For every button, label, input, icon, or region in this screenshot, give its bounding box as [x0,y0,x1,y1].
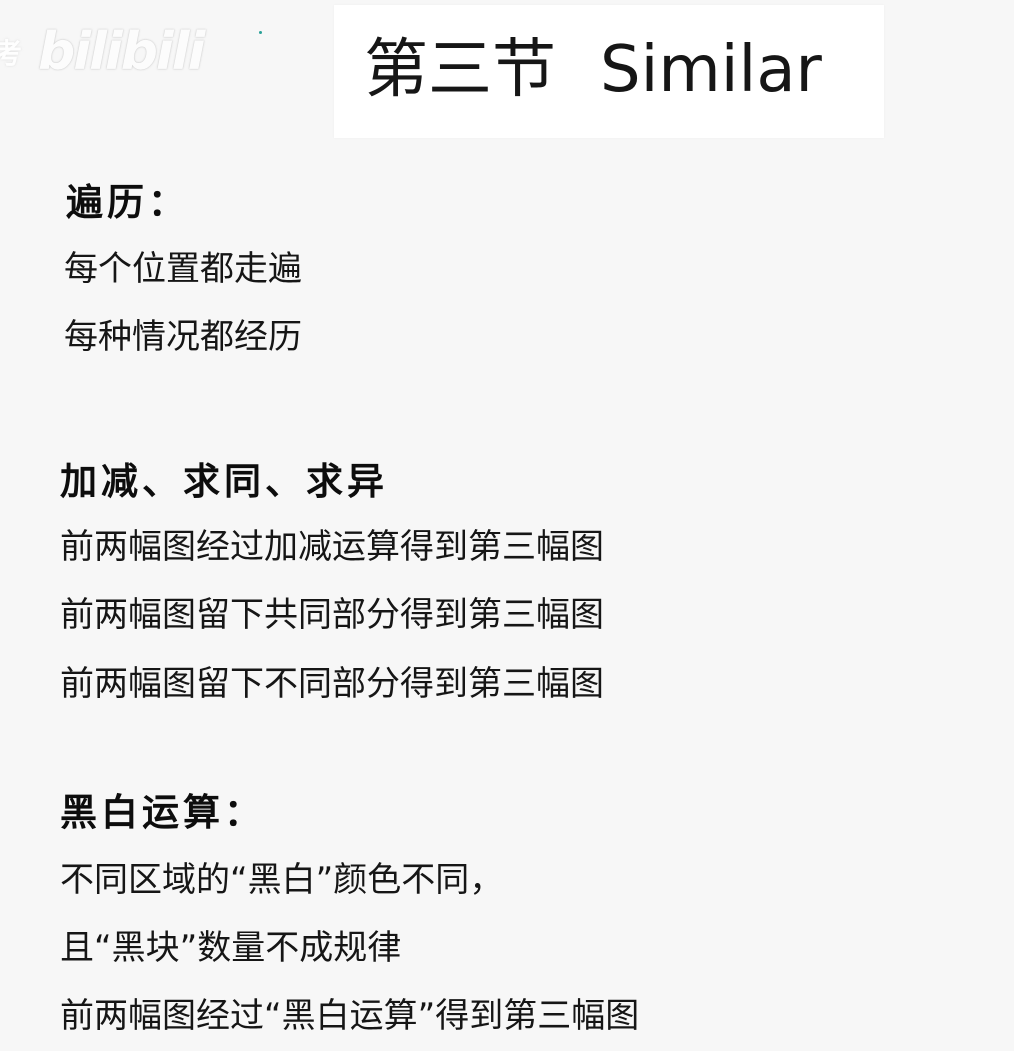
text-line: 前两幅图留下共同部分得到第三幅图 [60,595,604,635]
title-chapter: 第三节 [364,33,556,107]
section-heading-black-white: 黑白运算： [60,790,265,834]
watermark-prefix: 考 [0,37,23,70]
bilibili-logo: bilibili [38,22,205,82]
title-box: 第三节 Similar [334,5,884,138]
page-title: 第三节 Similar [364,25,822,115]
text-line: 前两幅图留下不同部分得到第三幅图 [60,664,604,704]
bilibili-watermark: 考 bilibili [0,22,205,82]
text-line: 且“黑块”数量不成规律 [60,928,402,968]
text-line: 每个位置都走遍 [64,249,302,289]
section-heading-add-sub: 加减、求同、求异 [60,459,388,503]
title-name: Similar [600,33,822,107]
section-heading-traverse: 遍历： [66,180,189,224]
cursor-dot [259,31,262,34]
text-line: 前两幅图经过加减运算得到第三幅图 [60,527,604,567]
text-line: 每种情况都经历 [64,317,302,357]
text-line: 不同区域的“黑白”颜色不同， [60,860,504,900]
text-line: 前两幅图经过“黑白运算”得到第三幅图 [60,996,640,1036]
